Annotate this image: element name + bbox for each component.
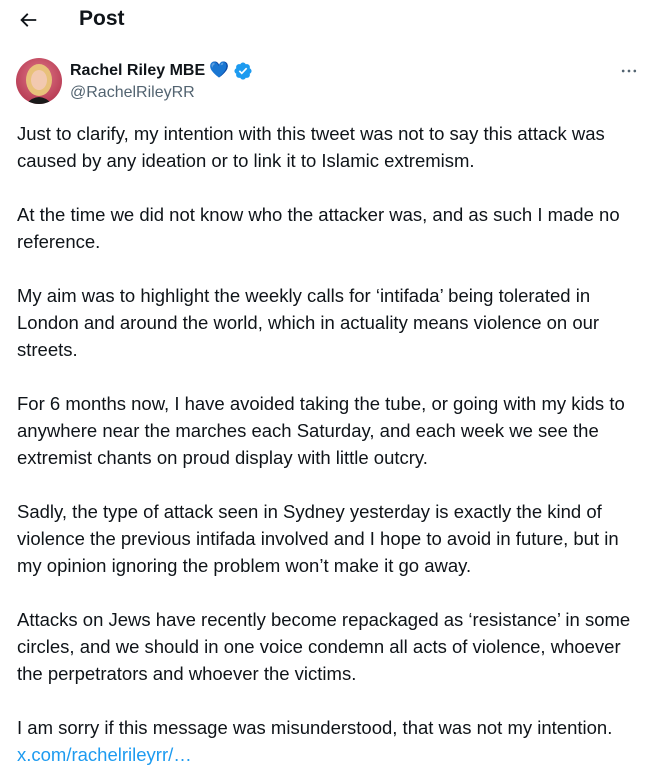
tweet-link[interactable]: x.com/rachelrileyrr/… (17, 744, 192, 765)
tweet-paragraph: Just to clarify, my intention with this … (17, 123, 605, 171)
tweet-paragraph: I am sorry if this message was misunders… (17, 717, 613, 738)
top-bar: Post (0, 0, 652, 40)
tweet-paragraph-last: I am sorry if this message was misunders… (17, 714, 645, 768)
more-options-button[interactable] (612, 58, 646, 84)
tweet-paragraph: For 6 months now, I have avoided taking … (17, 393, 625, 468)
tweet-paragraph: Sadly, the type of attack seen in Sydney… (17, 501, 619, 576)
author-name-row[interactable]: Rachel Riley MBE 💙 (70, 60, 253, 82)
author-display-name[interactable]: Rachel Riley MBE (70, 60, 205, 82)
verified-badge-icon[interactable] (233, 61, 253, 81)
tweet-paragraph: Attacks on Jews have recently become rep… (17, 609, 631, 684)
arrow-left-icon[interactable] (17, 9, 39, 31)
avatar[interactable] (16, 58, 62, 104)
tweet-paragraph: My aim was to highlight the weekly calls… (17, 285, 600, 360)
blue-heart-emoji: 💙 (209, 62, 230, 79)
tweet-text: Just to clarify, my intention with this … (17, 120, 645, 768)
author-handle[interactable]: @RachelRileyRR (70, 83, 195, 103)
more-horizontal-icon[interactable] (619, 61, 639, 81)
tweet-paragraph: At the time we did not know who the atta… (17, 204, 620, 252)
back-button[interactable] (12, 4, 44, 36)
page-title: Post (79, 7, 125, 30)
